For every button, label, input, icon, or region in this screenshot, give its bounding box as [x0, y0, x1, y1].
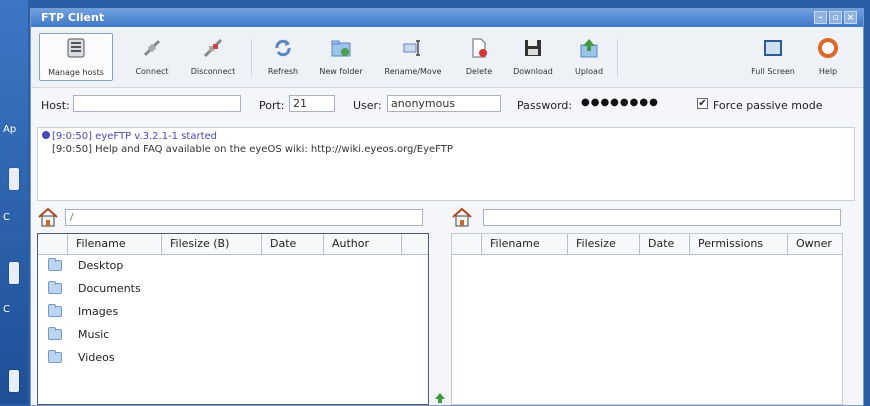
plug-disconnect-icon — [203, 38, 223, 58]
desktop-icon[interactable] — [9, 262, 19, 284]
list-item[interactable]: Images — [38, 301, 428, 324]
refresh-icon — [275, 39, 291, 57]
desktop-label: Ap — [3, 124, 17, 135]
full-screen-button[interactable]: Full Screen — [745, 33, 801, 81]
password-label: Password: — [517, 99, 573, 112]
download-button[interactable]: Download — [507, 33, 559, 81]
log-line: [9:0:50] Help and FAQ available on the e… — [52, 144, 453, 155]
host-label: Host: — [41, 99, 70, 112]
list-item[interactable]: Desktop — [38, 255, 428, 278]
desktop-icon[interactable] — [9, 168, 19, 190]
rename-move-button[interactable]: Rename/Move — [377, 33, 449, 81]
refresh-button[interactable]: Refresh — [259, 33, 307, 81]
remote-pane: Filename Filesize Date Permissions Owner — [451, 205, 843, 405]
host-input[interactable] — [73, 95, 241, 112]
password-field[interactable]: ●●●●●●●● — [581, 97, 667, 113]
new-folder-label: New folder — [319, 67, 363, 76]
pane-splitter[interactable] — [435, 205, 445, 405]
help-button[interactable]: Help — [809, 33, 847, 81]
plug-connect-icon — [143, 39, 161, 57]
manage-hosts-label: Manage hosts — [48, 68, 104, 77]
maximize-button[interactable]: ▫ — [829, 11, 842, 24]
remote-list-header: Filename Filesize Date Permissions Owner — [452, 234, 842, 255]
log-line: [9:0:50] eyeFTP v.3.2.1-1 started — [42, 130, 850, 143]
delete-file-icon — [472, 38, 487, 58]
rename-move-label: Rename/Move — [384, 67, 442, 76]
desktop-background: Ap C C — [0, 0, 28, 404]
window-title: FTP Client — [41, 11, 105, 24]
list-item[interactable]: Music — [38, 324, 428, 347]
folder-icon — [48, 350, 62, 363]
minimize-button[interactable]: – — [814, 11, 827, 24]
download-label: Download — [513, 67, 553, 76]
home-icon[interactable] — [451, 207, 473, 227]
local-path-input[interactable]: / — [65, 209, 423, 226]
col-filename[interactable]: Filename — [68, 234, 162, 254]
rename-icon — [403, 40, 420, 56]
col-author[interactable]: Author — [324, 234, 402, 254]
col-filesize[interactable]: Filesize (B) — [162, 234, 262, 254]
home-icon[interactable] — [37, 207, 59, 227]
user-input[interactable] — [387, 95, 501, 112]
upload-icon — [580, 39, 598, 58]
title-bar[interactable]: FTP Client – ▫ × — [31, 9, 863, 27]
desktop-label: C — [3, 212, 10, 223]
connect-button[interactable]: Connect — [127, 33, 177, 81]
col-date[interactable]: Date — [640, 234, 690, 254]
folder-icon — [48, 304, 62, 317]
folder-icon — [48, 327, 62, 340]
server-icon — [67, 38, 85, 58]
disconnect-button[interactable]: Disconnect — [183, 33, 243, 81]
delete-button[interactable]: Delete — [457, 33, 501, 81]
delete-label: Delete — [465, 67, 493, 76]
list-item[interactable]: Videos — [38, 347, 428, 370]
list-item[interactable]: Documents — [38, 278, 428, 301]
col-filename[interactable]: Filename — [482, 234, 568, 254]
upload-label: Upload — [574, 67, 604, 76]
save-disk-icon — [525, 40, 541, 56]
user-label: User: — [353, 99, 382, 112]
toolbar-separator — [617, 39, 618, 77]
col-filesize[interactable]: Filesize — [568, 234, 640, 254]
close-button[interactable]: × — [844, 11, 857, 24]
log-panel: [9:0:50] eyeFTP v.3.2.1-1 started [9:0:5… — [37, 127, 855, 201]
local-list-header: Filename Filesize (B) Date Author — [38, 234, 428, 255]
remote-path-input[interactable] — [483, 209, 841, 226]
connection-bar: Host: Port: User: Password: ●●●●●●●● ✔ F… — [31, 91, 863, 119]
local-file-list: Filename Filesize (B) Date Author Deskto… — [37, 233, 429, 405]
folder-icon — [48, 258, 62, 271]
refresh-label: Refresh — [267, 67, 299, 76]
port-label: Port: — [259, 99, 285, 112]
connect-label: Connect — [135, 67, 169, 76]
remote-file-list: Filename Filesize Date Permissions Owner — [451, 233, 843, 405]
upload-button[interactable]: Upload — [567, 33, 611, 81]
fullscreen-icon — [764, 40, 782, 56]
passive-mode-checkbox[interactable]: ✔ — [697, 98, 708, 109]
disconnect-label: Disconnect — [190, 67, 236, 76]
desktop-icon[interactable] — [9, 370, 19, 392]
full-screen-label: Full Screen — [751, 67, 795, 76]
desktop-label: C — [3, 304, 10, 315]
manage-hosts-button[interactable]: Manage hosts — [39, 33, 113, 81]
toolbar-separator — [251, 39, 252, 77]
local-pane: / Filename Filesize (B) Date Author Desk… — [37, 205, 429, 405]
info-icon — [42, 131, 50, 139]
ftp-client-window: FTP Client – ▫ × Manage hosts Connect Di… — [30, 8, 864, 406]
col-permissions[interactable]: Permissions — [690, 234, 788, 254]
col-date[interactable]: Date — [262, 234, 324, 254]
port-input[interactable] — [289, 95, 335, 112]
new-folder-button[interactable]: New folder — [311, 33, 371, 81]
folder-icon — [48, 281, 62, 294]
col-owner[interactable]: Owner — [788, 234, 842, 254]
lifebuoy-help-icon — [818, 38, 838, 58]
toolbar: Manage hosts Connect Disconnect Refresh … — [31, 27, 863, 88]
passive-mode-label: Force passive mode — [713, 99, 823, 112]
help-label: Help — [818, 67, 838, 76]
transfer-arrow-icon[interactable] — [435, 393, 445, 403]
new-folder-icon — [331, 40, 351, 57]
